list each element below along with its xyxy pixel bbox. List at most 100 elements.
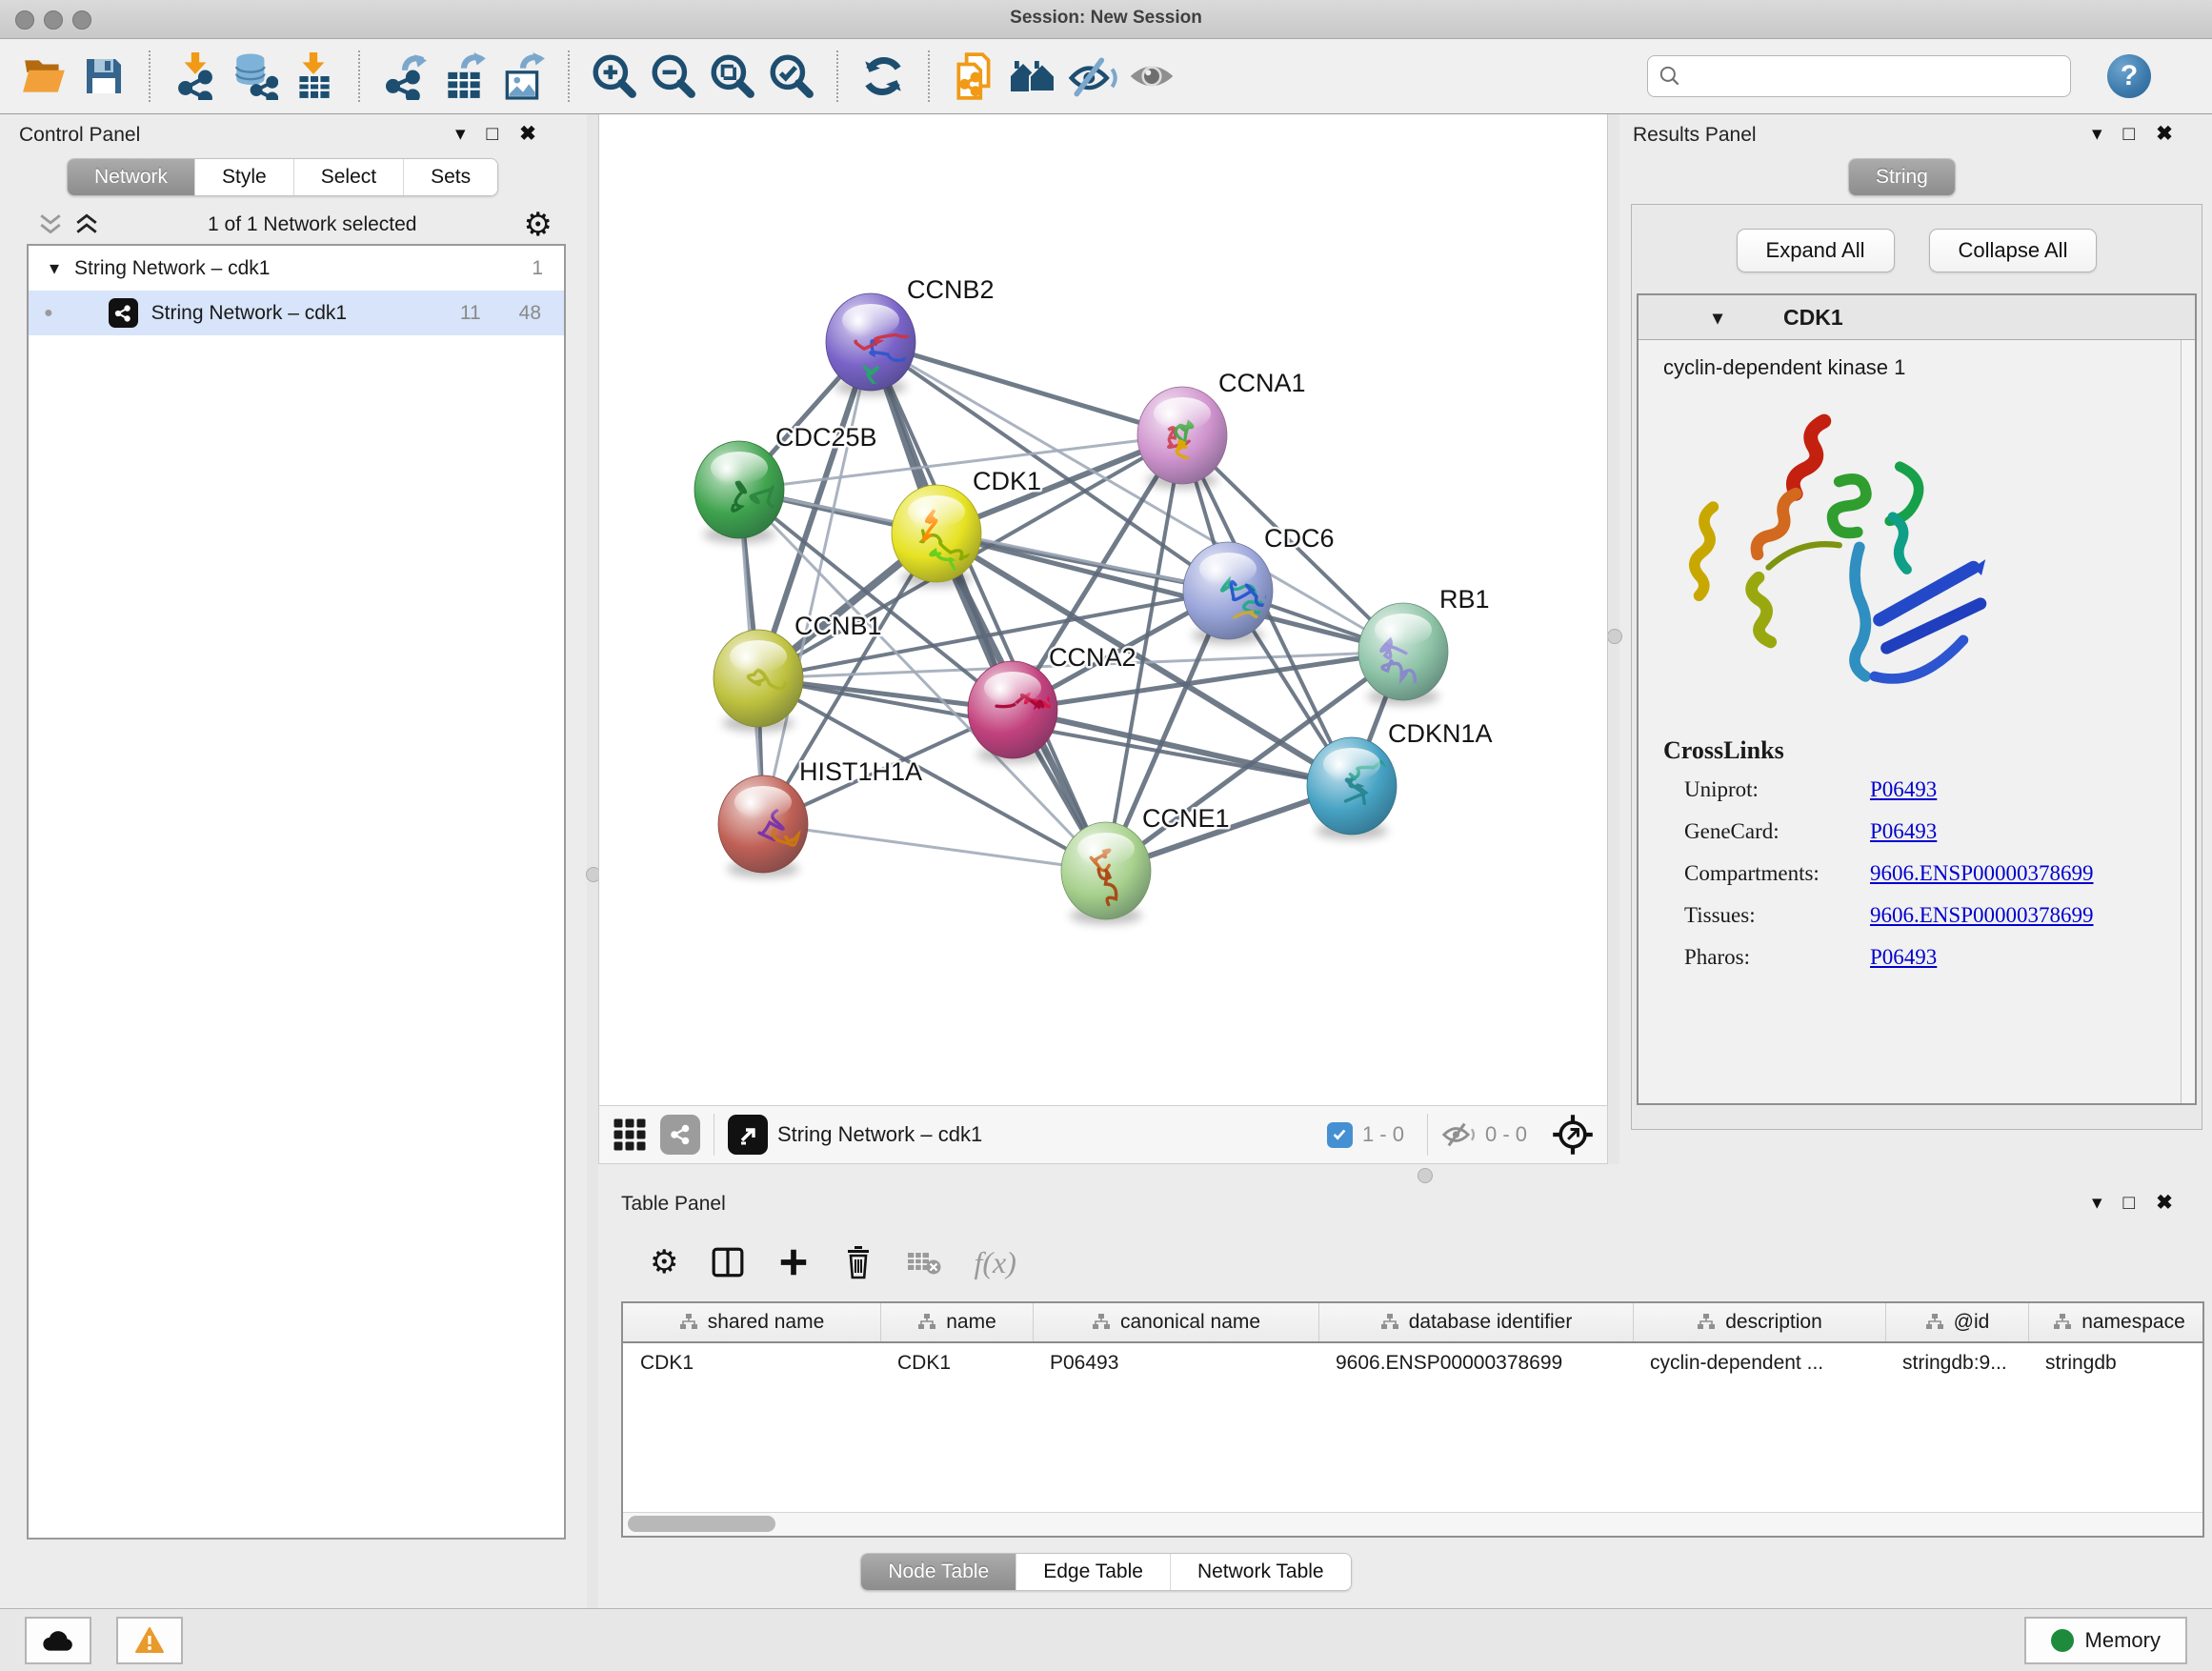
network-collection-row[interactable]: ▾ String Network – cdk1 1 <box>29 246 564 291</box>
scrollbar-thumb[interactable] <box>628 1516 775 1532</box>
column-header-shared-name[interactable]: shared name <box>623 1303 880 1341</box>
hide-selected-button[interactable] <box>1063 46 1122 107</box>
crosshair-icon[interactable] <box>1552 1114 1594 1156</box>
network-node-CDC25B[interactable] <box>694 441 784 543</box>
network-node-CCNA1[interactable] <box>1137 387 1227 489</box>
network-canvas[interactable]: CCNB2CCNA1CDC25BCDK1CDC6RB1CCNB1CCNA2CDK… <box>598 114 1608 1105</box>
memory-button[interactable]: Memory <box>2024 1617 2187 1664</box>
search-input[interactable] <box>1682 58 2061 94</box>
network-node-RB1[interactable] <box>1358 603 1448 705</box>
tab-sets[interactable]: Sets <box>403 159 497 195</box>
table-cell[interactable]: stringdb <box>2028 1352 2204 1375</box>
show-columns-icon[interactable] <box>711 1245 745 1279</box>
tab-style[interactable]: Style <box>194 159 293 195</box>
collapse-all-chevron-icon[interactable] <box>72 212 101 237</box>
table-cell[interactable]: cyclin-dependent ... <box>1633 1352 1885 1375</box>
table-cell[interactable]: 9606.ENSP00000378699 <box>1318 1352 1633 1375</box>
tab-edge-table[interactable]: Edge Table <box>1016 1554 1170 1590</box>
network-node-CDKN1A[interactable] <box>1307 737 1397 839</box>
crosslink-link[interactable]: P06493 <box>1870 945 1937 970</box>
entry-header[interactable]: ▾ CDK1 <box>1639 295 2195 340</box>
network-graph[interactable]: CCNB2CCNA1CDC25BCDK1CDC6RB1CCNB1CCNA2CDK… <box>599 114 1607 1103</box>
collapse-all-button[interactable]: Collapse All <box>1929 229 2098 272</box>
expand-all-button[interactable]: Expand All <box>1737 229 1895 272</box>
network-options-gear-icon[interactable]: ⚙ <box>524 209 553 241</box>
network-edge-CCNB2-CCNA1[interactable] <box>871 342 1182 435</box>
network-node-CCNB1[interactable] <box>714 630 803 732</box>
export-table-button[interactable] <box>434 46 493 107</box>
crosslink-link[interactable]: P06493 <box>1870 819 1937 844</box>
tab-network[interactable]: Network <box>68 159 194 195</box>
duplicate-network-button[interactable] <box>945 46 1004 107</box>
warning-status-button[interactable] <box>116 1617 183 1664</box>
left-splitter[interactable] <box>587 114 598 1608</box>
table-cell[interactable]: P06493 <box>1033 1352 1318 1375</box>
panel-menu-icon[interactable]: ▾ <box>2092 122 2102 146</box>
table-horizontal-scrollbar[interactable] <box>623 1512 2202 1536</box>
birdseye-grid-icon[interactable] <box>613 1117 647 1152</box>
refresh-layout-button[interactable] <box>854 46 913 107</box>
cloud-status-button[interactable] <box>25 1617 91 1664</box>
selected-checkbox-icon[interactable] <box>1327 1122 1353 1148</box>
import-table-button[interactable] <box>284 46 343 107</box>
column-header-name[interactable]: name <box>880 1303 1033 1341</box>
help-button[interactable]: ? <box>2107 54 2151 98</box>
panel-float-icon[interactable]: □ <box>487 123 499 146</box>
table-cell[interactable]: CDK1 <box>623 1352 880 1375</box>
table-cell[interactable]: stringdb:9... <box>1885 1352 2028 1375</box>
show-all-button[interactable] <box>1122 46 1181 107</box>
tab-select[interactable]: Select <box>293 159 403 195</box>
panel-float-icon[interactable]: □ <box>2123 123 2136 146</box>
delete-column-icon[interactable] <box>842 1245 875 1279</box>
entry-disclosure-icon[interactable]: ▾ <box>1713 306 1722 330</box>
tab-node-table[interactable]: Node Table <box>861 1554 1016 1590</box>
home-button[interactable] <box>1004 46 1063 107</box>
zoom-selected-button[interactable] <box>762 46 821 107</box>
table-row[interactable]: CDK1CDK1P064939606.ENSP00000378699cyclin… <box>623 1343 2202 1383</box>
panel-float-icon[interactable]: □ <box>2123 1192 2136 1215</box>
expand-all-chevron-icon[interactable] <box>36 212 65 237</box>
network-edge-CCNB2-CCNE1[interactable] <box>871 342 1106 871</box>
network-node-CCNB2[interactable] <box>826 293 920 396</box>
crosslink-link[interactable]: 9606.ENSP00000378699 <box>1870 861 2094 886</box>
crosslink-link[interactable]: P06493 <box>1870 777 1937 802</box>
crosslink-link[interactable]: 9606.ENSP00000378699 <box>1870 903 2094 928</box>
zoom-out-button[interactable] <box>644 46 703 107</box>
results-scrollbar[interactable] <box>2181 340 2195 1103</box>
panel-close-icon[interactable]: ✖ <box>2156 1191 2173 1215</box>
network-row-selected[interactable]: ● String Network – cdk1 11 48 <box>29 291 564 335</box>
right-splitter[interactable] <box>1608 114 1619 1164</box>
save-session-button[interactable] <box>74 46 133 107</box>
collection-disclosure-icon[interactable]: ▾ <box>50 256 59 280</box>
network-edge-CCNE1-HIST1H1A[interactable] <box>763 824 1106 871</box>
network-node-CCNE1[interactable] <box>1061 822 1151 924</box>
panel-menu-icon[interactable]: ▾ <box>455 122 466 146</box>
open-session-button[interactable] <box>15 46 74 107</box>
panel-menu-icon[interactable]: ▾ <box>2092 1191 2102 1215</box>
tab-network-table[interactable]: Network Table <box>1170 1554 1351 1590</box>
panel-close-icon[interactable]: ✖ <box>519 122 536 146</box>
export-image-button[interactable] <box>493 46 553 107</box>
column-header-description[interactable]: description <box>1633 1303 1885 1341</box>
horizontal-splitter-handle[interactable] <box>1418 1168 1433 1183</box>
export-network-button[interactable] <box>375 46 434 107</box>
network-share-badge-icon[interactable] <box>660 1115 700 1155</box>
zoom-fit-button[interactable] <box>703 46 762 107</box>
right-splitter-handle[interactable] <box>1607 629 1622 644</box>
horizontal-splitter[interactable] <box>598 1164 1608 1187</box>
network-node-HIST1H1A[interactable] <box>718 775 808 877</box>
tab-string[interactable]: String <box>1849 159 1955 195</box>
panel-close-icon[interactable]: ✖ <box>2156 122 2173 146</box>
column-header--id[interactable]: @id <box>1885 1303 2028 1341</box>
column-header-database-identifier[interactable]: database identifier <box>1318 1303 1633 1341</box>
column-header-namespace[interactable]: namespace <box>2028 1303 2204 1341</box>
open-in-window-icon[interactable] <box>728 1115 768 1155</box>
import-network-button[interactable] <box>166 46 225 107</box>
zoom-in-button[interactable] <box>585 46 644 107</box>
table-cell[interactable]: CDK1 <box>880 1352 1033 1375</box>
network-node-CDK1[interactable] <box>892 485 981 587</box>
import-network-from-database-button[interactable] <box>225 46 284 107</box>
add-column-icon[interactable] <box>777 1246 810 1278</box>
table-options-gear-icon[interactable]: ⚙ <box>650 1246 678 1278</box>
column-header-canonical-name[interactable]: canonical name <box>1033 1303 1318 1341</box>
